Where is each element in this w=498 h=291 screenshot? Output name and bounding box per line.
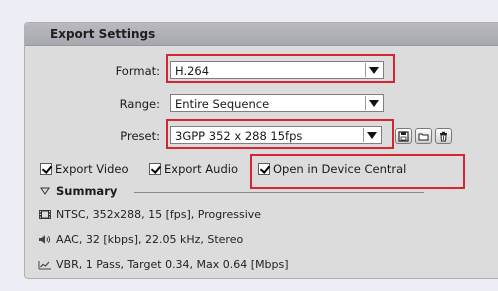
export-audio-label: Export Audio bbox=[164, 162, 238, 176]
triangle-down-icon bbox=[40, 187, 50, 195]
format-label: Format: bbox=[115, 64, 160, 78]
panel-title: Export Settings bbox=[50, 27, 156, 41]
chevron-down-icon bbox=[365, 96, 382, 110]
summary-audio-text: AAC, 32 [kbps], 22.05 kHz, Stereo bbox=[56, 233, 244, 246]
panel-header: Export Settings bbox=[25, 23, 498, 46]
format-dropdown[interactable]: H.264 bbox=[170, 61, 384, 79]
summary-audio-row: AAC, 32 [kbps], 22.05 kHz, Stereo bbox=[38, 233, 243, 246]
open-device-central-checkbox[interactable]: Open in Device Central bbox=[258, 162, 406, 176]
delete-preset-button[interactable] bbox=[435, 128, 452, 144]
checkbox-check-icon bbox=[40, 163, 52, 175]
summary-divider bbox=[134, 192, 424, 193]
speaker-icon bbox=[39, 235, 51, 244]
summary-toggle[interactable]: Summary bbox=[40, 184, 117, 198]
open-device-central-label: Open in Device Central bbox=[273, 162, 407, 176]
save-icon bbox=[398, 130, 409, 142]
import-preset-button[interactable] bbox=[415, 128, 432, 144]
bitrate-chart-icon bbox=[38, 261, 51, 270]
preset-value: 3GPP 352 x 288 15fps bbox=[175, 129, 303, 143]
folder-icon bbox=[418, 133, 429, 140]
range-value: Entire Sequence bbox=[175, 97, 270, 111]
checkbox-check-icon bbox=[258, 163, 270, 175]
chevron-down-icon bbox=[365, 63, 382, 77]
save-preset-button[interactable] bbox=[395, 128, 412, 144]
export-video-checkbox[interactable]: Export Video bbox=[40, 162, 129, 176]
range-dropdown[interactable]: Entire Sequence bbox=[170, 94, 384, 112]
format-value: H.264 bbox=[175, 64, 210, 78]
chevron-down-icon bbox=[363, 128, 380, 142]
summary-bitrate-text: VBR, 1 Pass, Target 0.34, Max 0.64 [Mbps… bbox=[56, 258, 289, 271]
summary-bitrate-row: VBR, 1 Pass, Target 0.34, Max 0.64 [Mbps… bbox=[38, 258, 289, 271]
range-label: Range: bbox=[119, 97, 160, 111]
export-audio-checkbox[interactable]: Export Audio bbox=[149, 162, 238, 176]
film-icon bbox=[39, 210, 51, 219]
summary-video-text: NTSC, 352x288, 15 [fps], Progressive bbox=[56, 208, 262, 221]
summary-video-row: NTSC, 352x288, 15 [fps], Progressive bbox=[38, 208, 261, 221]
preset-dropdown[interactable]: 3GPP 352 x 288 15fps bbox=[170, 126, 382, 144]
checkbox-check-icon bbox=[149, 163, 161, 175]
trash-icon bbox=[440, 131, 447, 141]
preset-label: Preset: bbox=[120, 129, 160, 143]
export-video-label: Export Video bbox=[55, 162, 129, 176]
summary-title: Summary bbox=[56, 184, 118, 198]
